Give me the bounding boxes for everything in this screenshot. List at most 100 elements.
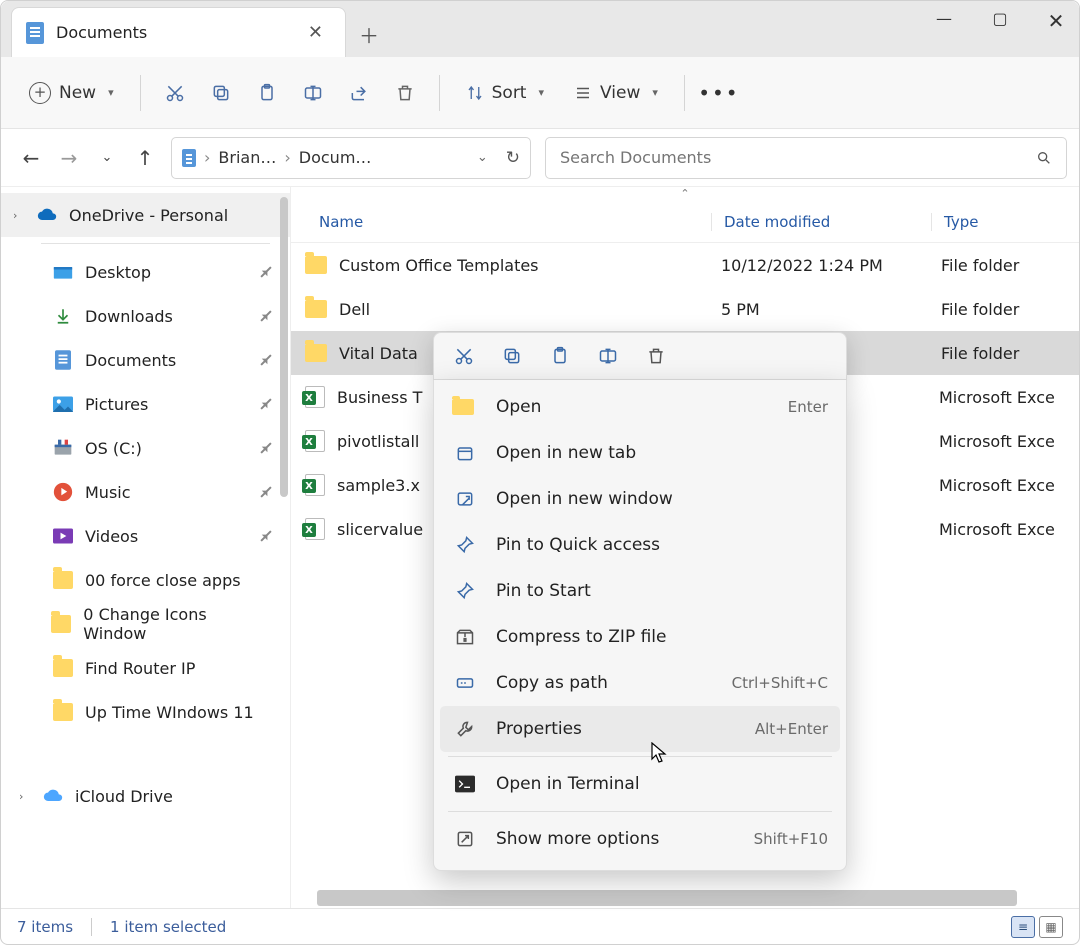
pin-icon [257,527,275,545]
sidebar-item-label: Find Router IP [85,659,195,678]
ctx-copy-as-path[interactable]: Copy as pathCtrl+Shift+C [440,660,840,706]
ctx-show-more-options[interactable]: Show more optionsShift+F10 [440,816,840,862]
sidebar-item-music[interactable]: Music [1,470,290,514]
scrollbar-thumb[interactable] [317,890,1017,906]
sidebar-item-desktop[interactable]: Desktop [1,250,290,294]
sidebar-onedrive[interactable]: › OneDrive - Personal [1,193,290,237]
menu-label: Copy as path [496,673,732,693]
ctx-properties[interactable]: PropertiesAlt+Enter [440,706,840,752]
up-button[interactable]: ↑ [133,146,157,170]
column-name[interactable]: Name [291,213,711,231]
back-button[interactable]: ← [19,146,43,170]
sidebar-item-00-force-close-apps[interactable]: 00 force close apps [1,558,290,602]
sidebar-item-find-router-ip[interactable]: Find Router IP [1,646,290,690]
ctx-rename[interactable] [598,346,618,366]
sidebar-item-icon [53,570,73,590]
pin-icon [452,578,478,604]
ctx-compress-to-zip-file[interactable]: Compress to ZIP file [440,614,840,660]
sidebar-item-documents[interactable]: Documents [1,338,290,382]
breadcrumb-1[interactable]: Brian… [218,148,276,167]
ctx-open-in-new-window[interactable]: Open in new window [440,476,840,522]
sidebar-item-label: Pictures [85,395,148,414]
ctx-delete[interactable] [646,346,666,366]
excel-icon [305,386,325,408]
pin-icon [257,483,275,501]
h-scrollbar[interactable] [303,890,1063,906]
sort-button[interactable]: Sort ▾ [456,77,554,109]
breadcrumb-2[interactable]: Docum… [299,148,372,167]
ctx-pin-to-quick-access[interactable]: Pin to Quick access [440,522,840,568]
column-date[interactable]: Date modified [711,213,931,231]
menu-shortcut: Enter [788,398,828,416]
menu-label: Show more options [496,829,754,849]
icloud-icon [43,786,63,806]
minimize-button[interactable]: — [929,9,959,33]
refresh-button[interactable]: ↻ [506,148,520,168]
sidebar-item-icon [53,526,73,546]
sidebar-icloud[interactable]: › iCloud Drive [1,774,290,818]
recent-dropdown[interactable]: ⌄ [95,150,119,165]
ctx-open-in-terminal[interactable]: Open in Terminal [440,761,840,807]
menu-label: Open in new tab [496,443,828,463]
ctx-cut[interactable] [454,346,474,366]
folder-icon [305,256,327,274]
tab-close-button[interactable]: ✕ [300,18,331,47]
search-input[interactable] [560,148,1026,167]
ctx-copy[interactable] [502,346,522,366]
divider [41,243,270,244]
view-button[interactable]: View ▾ [564,77,668,109]
maximize-button[interactable]: ▢ [985,9,1015,33]
ctx-open-in-new-tab[interactable]: Open in new tab [440,430,840,476]
menu-divider [448,756,832,757]
sidebar-item-label: 0 Change Icons Window [83,605,260,643]
sidebar-item-icon [53,394,73,414]
pin-icon [257,263,275,281]
new-button[interactable]: + New ▾ [19,76,124,110]
sidebar-item-icon [53,658,73,678]
sidebar-item-0-change-icons-window[interactable]: 0 Change Icons Window [1,602,290,646]
documents-icon [26,22,44,44]
tab-documents[interactable]: Documents ✕ [11,7,346,57]
collapse-hint[interactable]: ⌃ [291,187,1079,201]
sidebar-label: OneDrive - Personal [69,206,228,225]
column-type[interactable]: Type [931,213,1079,231]
paste-button[interactable] [249,75,285,111]
thumbnails-view-button[interactable]: ▦ [1039,916,1063,938]
delete-button[interactable] [387,75,423,111]
excel-icon [305,430,325,452]
close-button[interactable]: ✕ [1041,9,1071,33]
more-button[interactable]: ••• [701,75,737,111]
menu-label: Properties [496,719,755,739]
sidebar-item-os-c-[interactable]: OS (C:) [1,426,290,470]
sidebar-item-up-time-windows-11[interactable]: Up Time WIndows 11 [1,690,290,734]
ctx-open[interactable]: OpenEnter [440,384,840,430]
menu-shortcut: Shift+F10 [754,830,828,848]
sidebar-item-videos[interactable]: Videos [1,514,290,558]
cut-button[interactable] [157,75,193,111]
sidebar-item-pictures[interactable]: Pictures [1,382,290,426]
separator [140,75,141,111]
chevron-down-icon: ▾ [108,86,114,99]
file-row[interactable]: Dell5 PMFile folder [291,287,1079,331]
addr-dropdown[interactable]: ⌄ [477,150,488,165]
rename-button[interactable] [295,75,331,111]
sidebar-scrollbar[interactable] [280,197,288,497]
file-date: 5 PM [721,300,941,319]
sidebar-item-downloads[interactable]: Downloads [1,294,290,338]
share-button[interactable] [341,75,377,111]
file-type: File folder [941,344,1079,363]
new-tab-button[interactable]: ＋ [346,11,392,57]
details-view-button[interactable]: ≡ [1011,916,1035,938]
expand-icon[interactable]: › [19,790,31,803]
ctx-pin-to-start[interactable]: Pin to Start [440,568,840,614]
file-name: Custom Office Templates [339,256,721,275]
address-bar[interactable]: › Brian… › Docum… ⌄ ↻ [171,137,531,179]
file-row[interactable]: Custom Office Templates10/12/2022 1:24 P… [291,243,1079,287]
forward-button[interactable]: → [57,146,81,170]
search-box[interactable] [545,137,1067,179]
ctx-paste[interactable] [550,346,570,366]
expand-icon[interactable]: › [13,209,25,222]
plus-circle-icon: + [29,82,51,104]
view-toggle: ≡ ▦ [1011,916,1063,938]
copy-button[interactable] [203,75,239,111]
